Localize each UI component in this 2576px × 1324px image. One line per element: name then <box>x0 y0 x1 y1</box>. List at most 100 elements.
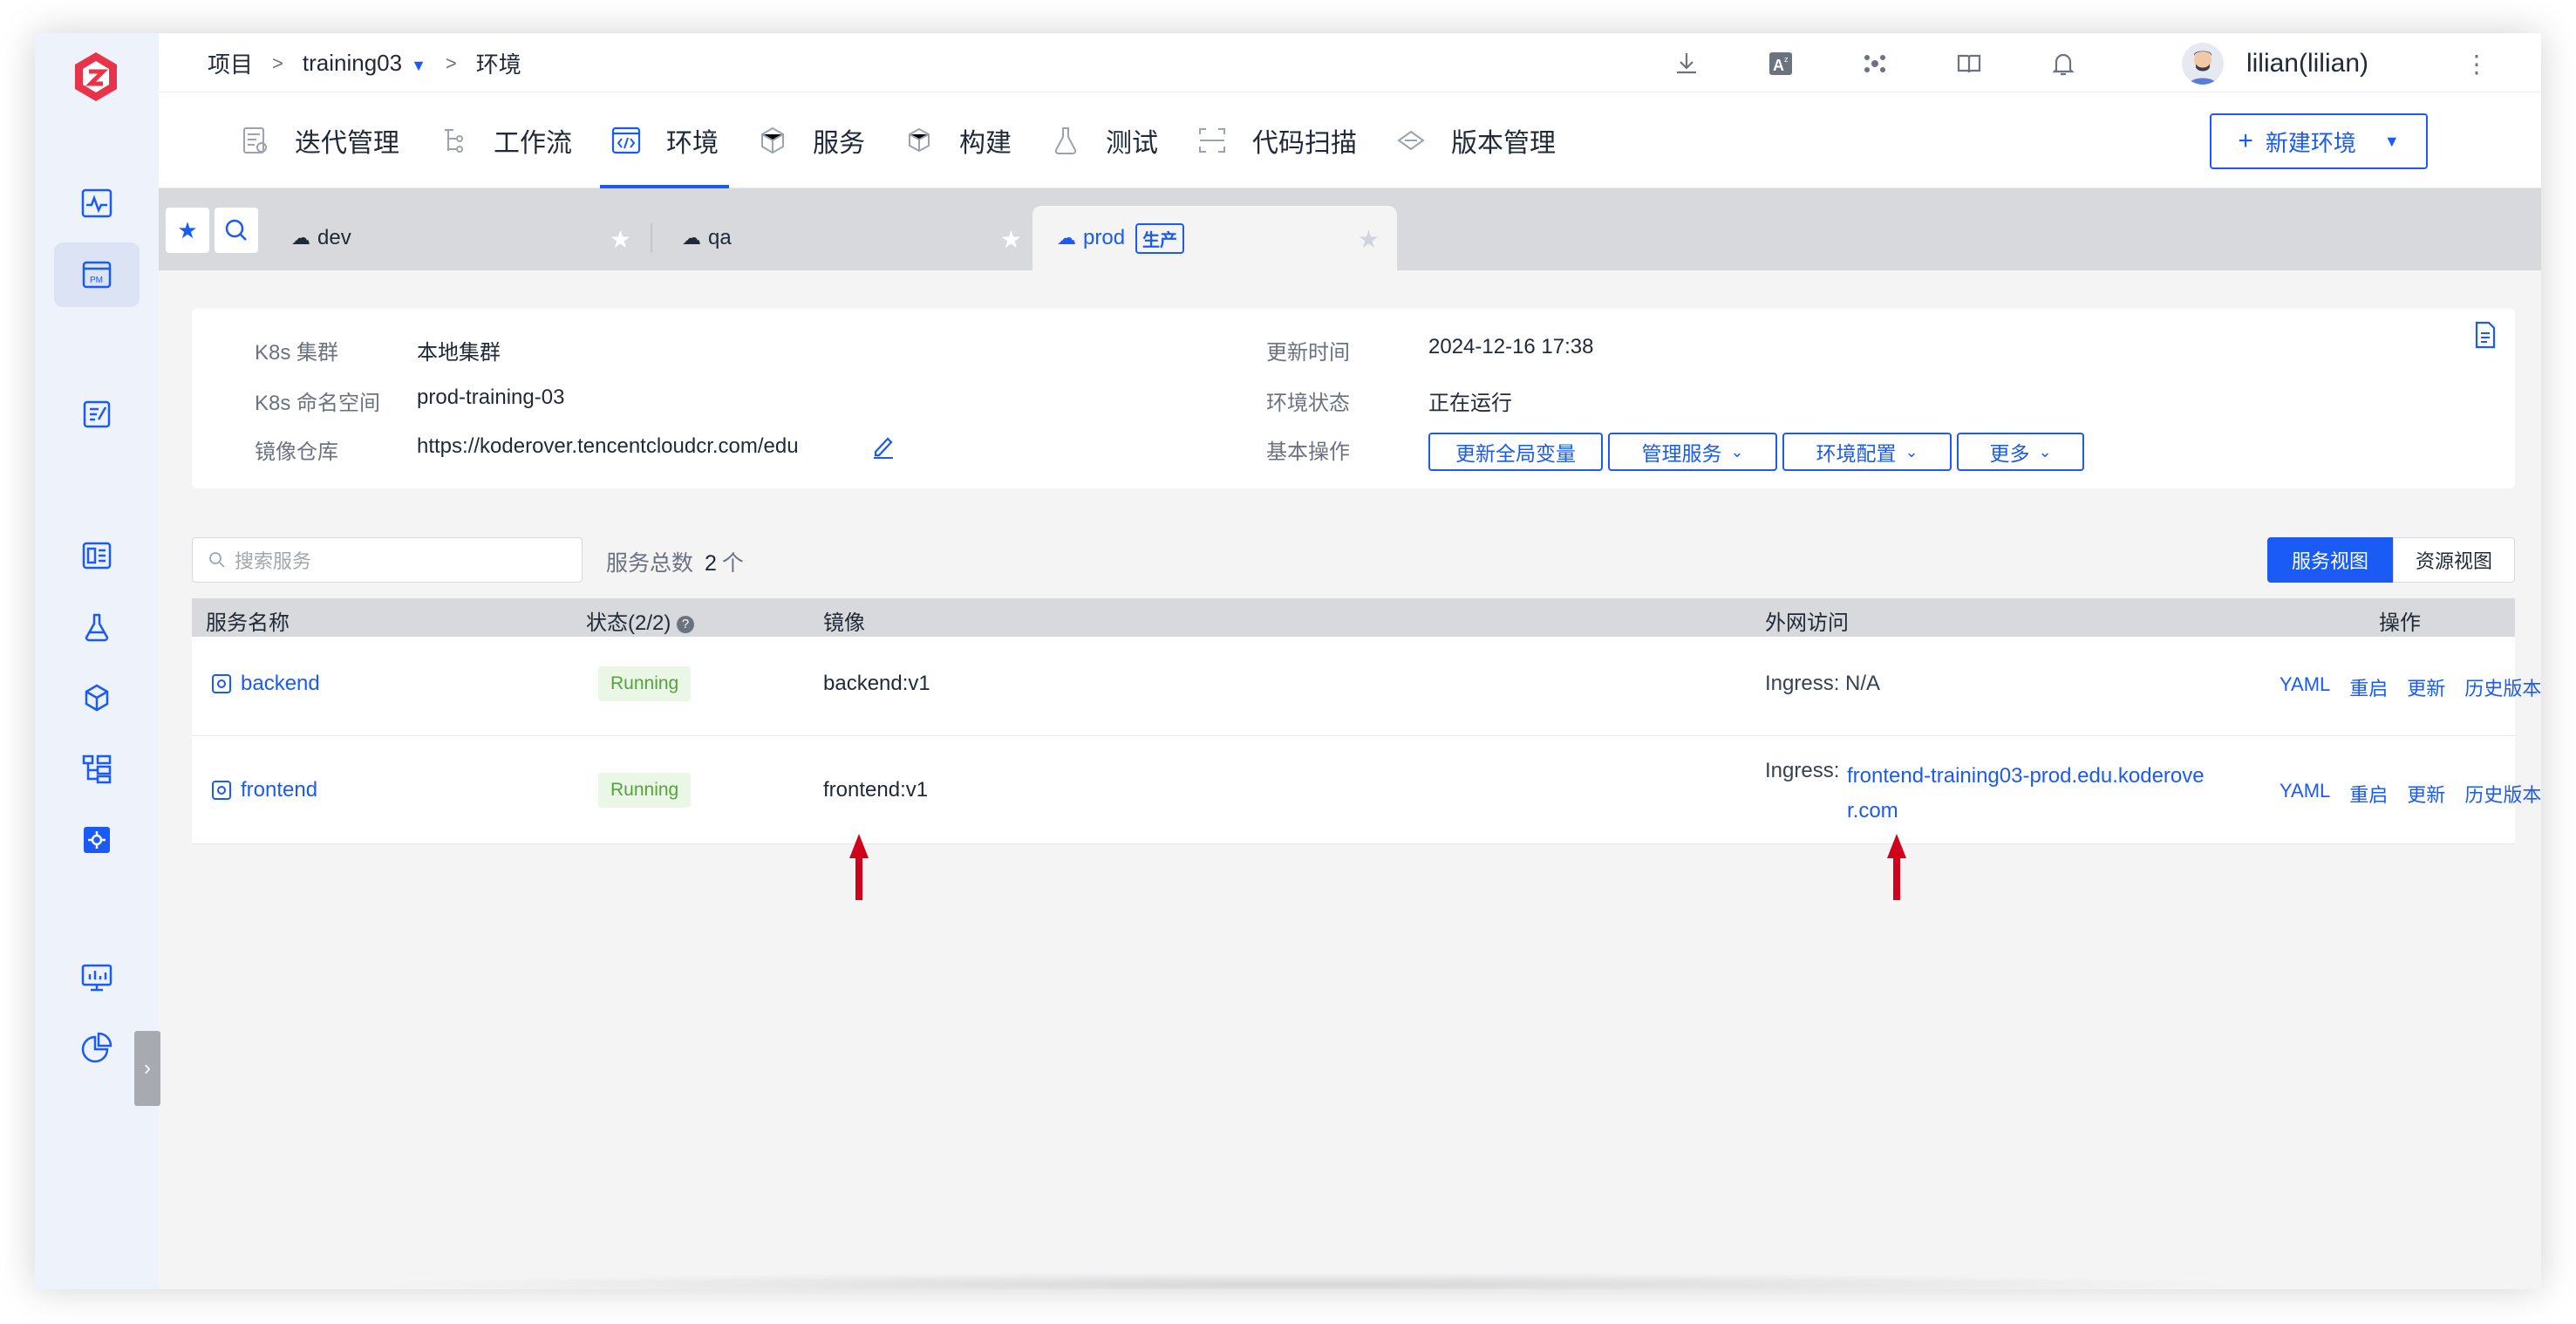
status-badge: Running <box>598 666 692 701</box>
iteration-icon <box>243 127 267 154</box>
history-link[interactable]: 历史版本 <box>2464 780 2541 808</box>
env-tab-qa[interactable]: ☁ qa ★ <box>673 206 1039 270</box>
service-link-backend[interactable]: backend <box>211 672 320 696</box>
annotation-arrow-up-icon <box>849 834 869 900</box>
sidebar-item-dashboard[interactable] <box>54 523 140 588</box>
flask-icon <box>85 613 109 642</box>
star-icon[interactable]: ★ <box>1358 225 1380 254</box>
sidebar-item-artifacts[interactable] <box>54 666 140 731</box>
updated-time-value: 2024-12-16 17:38 <box>1428 335 1594 358</box>
ingress-link[interactable]: frontend-training03-prod.edu.koderove r.c… <box>1847 759 2205 829</box>
toolbar-icons: Az lilian(lilian) ⋮ <box>1606 40 2489 87</box>
service-link-frontend[interactable]: frontend <box>211 778 317 802</box>
sidebar-item-test[interactable] <box>54 595 140 659</box>
favorite-filter-button[interactable]: ★ <box>166 208 209 253</box>
breadcrumb-project[interactable]: 项目 <box>208 47 253 79</box>
manage-services-button[interactable]: 管理服务 ⌄ <box>1608 433 1777 471</box>
status-header: 状态(2/2) ? <box>586 605 695 636</box>
env-tab-prod[interactable]: ☁ prod 生产 ★ <box>1032 206 1397 270</box>
settings-icon <box>84 827 110 853</box>
star-icon[interactable]: ★ <box>610 225 631 254</box>
chevron-down-icon: ⌄ <box>1905 442 1918 461</box>
document-icon[interactable] <box>2473 321 2498 349</box>
sidebar-item-templates[interactable] <box>54 736 140 801</box>
translate-icon[interactable]: Az <box>1767 50 1795 78</box>
tab-divider <box>651 223 652 253</box>
bell-icon[interactable] <box>2049 50 2077 78</box>
nav-build[interactable]: 构建 <box>884 92 1031 188</box>
service-gear-icon <box>212 674 231 693</box>
monitor-chart-icon <box>81 964 112 992</box>
restart-link[interactable]: 重启 <box>2349 780 2388 808</box>
search-icon <box>225 219 247 241</box>
env-tab-dev[interactable]: ☁ dev ★ <box>274 206 649 270</box>
services-table: 服务名称 状态(2/2) ? 镜像 外网访问 操作 backend Runnin… <box>192 598 2541 844</box>
image-value: frontend:v1 <box>823 778 929 802</box>
plugin-icon[interactable] <box>1861 50 1889 78</box>
env-config-button[interactable]: 环境配置 ⌄ <box>1782 433 1952 471</box>
table-row: backend Running backend:v1 Ingress: N/A … <box>192 637 2541 736</box>
sidebar-item-insight[interactable] <box>54 945 140 1010</box>
more-button[interactable]: 更多 ⌄ <box>1957 433 2084 471</box>
history-link[interactable]: 历史版本 <box>2464 673 2541 701</box>
service-view-button[interactable]: 服务视图 <box>2267 537 2393 583</box>
project-selector[interactable]: training03 ▼ <box>303 50 426 77</box>
plus-icon: + <box>2238 126 2253 155</box>
app-window: PM › 项目 > training03 ▼ > 环境 A z lilian(l… <box>35 33 2541 1289</box>
nav-version[interactable]: 版本管理 <box>1376 92 1575 188</box>
pm-icon: PM <box>82 261 112 289</box>
svg-text:A: A <box>1773 57 1784 74</box>
star-icon: ★ <box>177 216 198 243</box>
ingress-label: Ingress: <box>1765 759 1840 782</box>
restart-link[interactable]: 重启 <box>2349 673 2388 701</box>
user-menu[interactable]: lilian(lilian) <box>2181 43 2368 85</box>
sidebar-item-settings[interactable] <box>54 808 140 872</box>
dashboard-icon <box>82 542 112 570</box>
row-actions: YAML 重启 更新 历史版本 <box>2280 673 2541 701</box>
nav-workflow[interactable]: 工作流 <box>419 92 591 188</box>
help-icon[interactable]: ? <box>677 615 695 633</box>
env-search-button[interactable] <box>215 208 258 253</box>
star-icon[interactable]: ★ <box>1000 225 1022 254</box>
breadcrumb: 项目 > training03 ▼ > 环境 <box>208 47 521 79</box>
basic-ops-label: 基本操作 <box>1266 440 1350 464</box>
app-logo-icon[interactable] <box>72 51 120 103</box>
edit-doc-icon <box>83 400 111 428</box>
update-link[interactable]: 更新 <box>2407 673 2445 701</box>
env-info-card: K8s 集群 本地集群 K8s 命名空间 prod-training-03 镜像… <box>192 309 2515 488</box>
image-value: backend:v1 <box>823 672 930 695</box>
sidebar-item-monitor[interactable] <box>54 171 140 235</box>
sidebar-item-plan[interactable] <box>54 382 140 447</box>
code-scan-icon <box>1199 128 1225 153</box>
new-environment-button[interactable]: + 新建环境 ▼ <box>2210 113 2428 169</box>
service-search-input[interactable]: 搜索服务 <box>192 537 583 583</box>
update-global-vars-button[interactable]: 更新全局变量 <box>1428 433 1603 471</box>
update-link[interactable]: 更新 <box>2407 780 2445 808</box>
yaml-link[interactable]: YAML <box>2280 673 2330 701</box>
env-status-value: 正在运行 <box>1428 392 1512 415</box>
download-icon[interactable] <box>1673 50 1700 78</box>
template-icon <box>82 754 112 784</box>
sidebar: PM › <box>35 33 160 1289</box>
more-vertical-icon[interactable]: ⋮ <box>2464 50 2489 78</box>
namespace-value: prod-training-03 <box>417 386 565 409</box>
resource-view-button[interactable]: 资源视图 <box>2393 537 2515 583</box>
nav-iteration[interactable]: 迭代管理 <box>220 92 419 188</box>
caret-down-icon: ▼ <box>411 57 426 74</box>
chevron-down-icon: ⌄ <box>1730 442 1744 461</box>
nav-environment[interactable]: 环境 <box>591 92 738 188</box>
sidebar-item-projects[interactable]: PM <box>54 242 140 307</box>
nav-service[interactable]: 服务 <box>738 92 884 188</box>
table-header: 服务名称 状态(2/2) ? 镜像 外网访问 操作 <box>192 598 2515 637</box>
docs-book-icon[interactable] <box>1955 50 1983 78</box>
nav-code-scan[interactable]: 代码扫描 <box>1177 92 1376 188</box>
sidebar-collapse-toggle[interactable]: › <box>134 1031 160 1106</box>
test-icon <box>1054 127 1077 154</box>
nav-test[interactable]: 测试 <box>1031 92 1177 188</box>
yaml-link[interactable]: YAML <box>2280 780 2330 808</box>
cloud-icon: ☁ <box>682 227 701 249</box>
cluster-value: 本地集群 <box>417 341 501 365</box>
edit-pencil-icon[interactable] <box>872 434 895 459</box>
ingress-value: Ingress: N/A <box>1765 672 1881 695</box>
sidebar-item-statistics[interactable] <box>54 1015 140 1080</box>
